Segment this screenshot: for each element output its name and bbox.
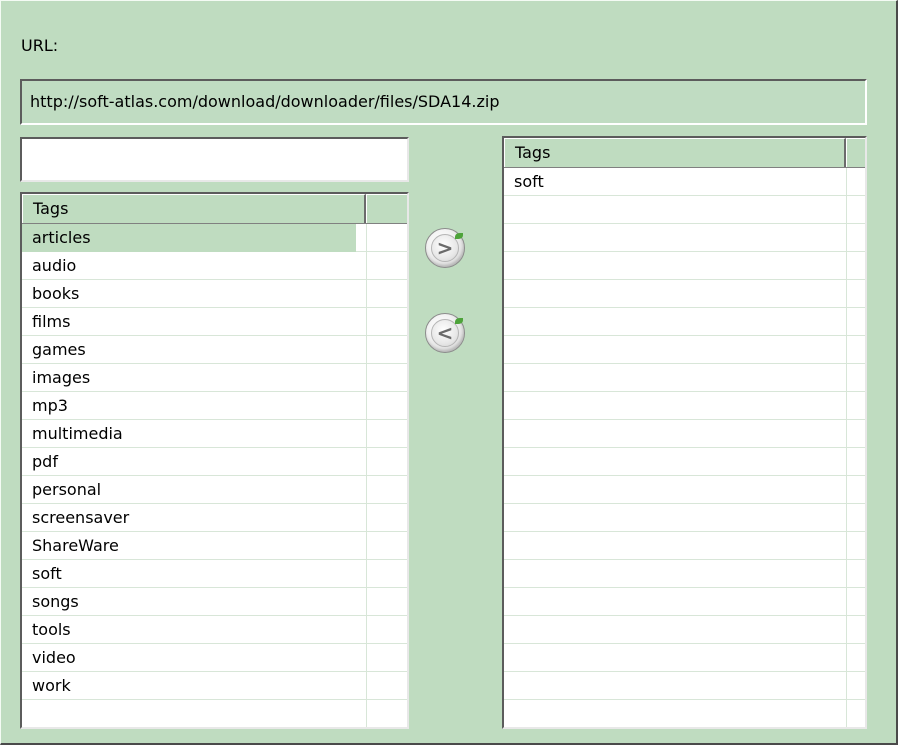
tag-list-item[interactable]: films — [22, 308, 356, 336]
assigned-tags-header: Tags — [504, 138, 865, 168]
tag-list-item[interactable]: screensaver — [22, 504, 356, 532]
tag-filter-input[interactable] — [20, 137, 409, 182]
url-label: URL: — [21, 36, 59, 55]
tag-list-item[interactable]: soft — [504, 168, 844, 196]
tag-list-item[interactable]: personal — [22, 476, 356, 504]
tag-list-item[interactable]: work — [22, 672, 356, 700]
assigned-tags-list[interactable]: Tags soft — [502, 136, 867, 729]
tag-list-item[interactable]: audio — [22, 252, 356, 280]
available-tags-filler-header — [366, 194, 407, 223]
tag-list-item[interactable]: tools — [22, 616, 356, 644]
tag-list-item[interactable]: soft — [22, 560, 356, 588]
remove-tag-button[interactable]: < — [425, 313, 465, 353]
available-tags-header: Tags — [22, 194, 407, 224]
tag-list-item[interactable]: games — [22, 336, 356, 364]
assigned-tags-filler-header — [846, 138, 865, 167]
available-tags-column-header[interactable]: Tags — [22, 194, 366, 223]
available-tags-rows: articles audio books films games images mp3 mul… — [22, 224, 407, 727]
tag-list-item[interactable]: ShareWare — [22, 532, 356, 560]
tag-list-item[interactable]: multimedia — [22, 420, 356, 448]
tag-list-item[interactable]: articles — [22, 224, 356, 252]
url-field[interactable]: http://soft-atlas.com/download/downloade… — [20, 79, 867, 125]
add-tag-button[interactable]: > — [425, 228, 465, 268]
available-tags-list[interactable]: Tags articles audio books films games images m… — [20, 192, 409, 729]
tag-list-item[interactable]: songs — [22, 588, 356, 616]
tag-list-item[interactable]: books — [22, 280, 356, 308]
column-divider — [366, 224, 367, 727]
column-divider — [846, 168, 847, 727]
tag-list-item[interactable]: mp3 — [22, 392, 356, 420]
assigned-tags-column-header[interactable]: Tags — [504, 138, 846, 167]
tag-list-item[interactable]: images — [22, 364, 356, 392]
tag-list-item[interactable]: pdf — [22, 448, 356, 476]
tag-list-item[interactable]: video — [22, 644, 356, 672]
assigned-tags-rows: soft — [504, 168, 865, 727]
